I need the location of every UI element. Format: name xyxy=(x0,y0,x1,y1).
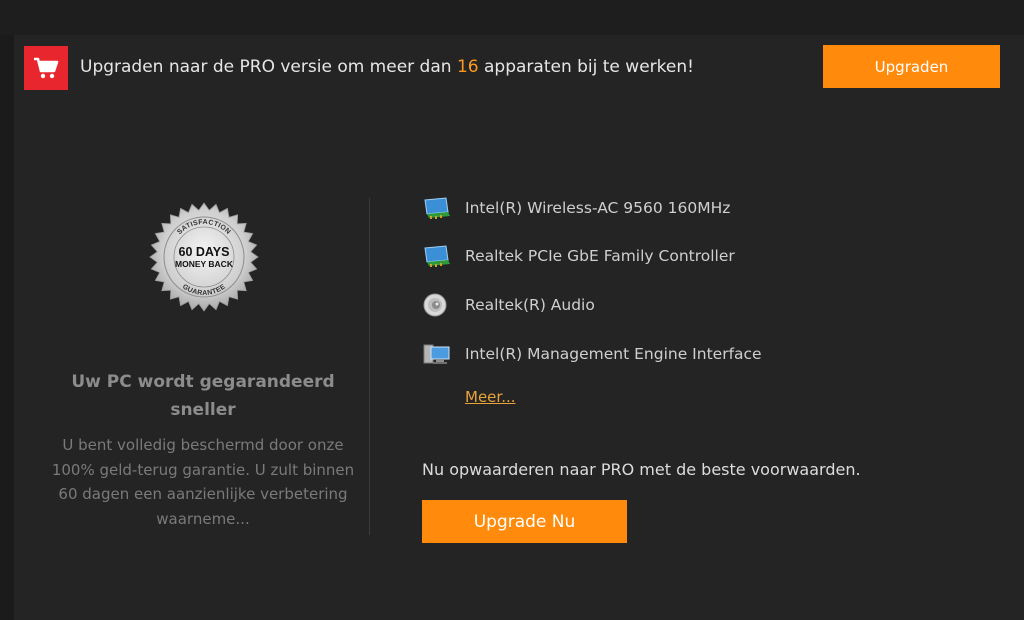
device-label: Realtek(R) Audio xyxy=(465,296,595,314)
more-link[interactable]: Meer... xyxy=(465,388,516,406)
guarantee-description: U bent volledig beschermd door onze 100%… xyxy=(51,436,355,528)
section-divider xyxy=(369,198,370,535)
device-count: 16 xyxy=(456,57,479,77)
device-item: Realtek PCIe GbE Family Controller xyxy=(422,241,962,271)
computer-icon xyxy=(422,341,452,367)
guarantee-badge-icon: SATISFACTION 60 DAYS MONEY BACK GUARANTE… xyxy=(149,202,259,312)
speaker-icon xyxy=(422,292,452,318)
banner-text-before: Upgraden naar de PRO versie om meer dan xyxy=(80,57,457,77)
upgrade-now-button[interactable]: Upgrade Nu xyxy=(422,500,627,543)
guarantee-title: Uw PC wordt gegarandeerd sneller xyxy=(71,372,335,420)
banner-text-after: apparaten bij te werken! xyxy=(478,57,694,77)
banner-message: Upgraden naar de PRO versie om meer dan … xyxy=(80,57,694,77)
badge-days-text: 60 DAYS xyxy=(179,245,230,259)
upgrade-banner: Upgraden naar de PRO versie om meer dan … xyxy=(14,35,1024,103)
device-item: Intel(R) Wireless-AC 9560 160MHz xyxy=(422,193,962,223)
network-adapter-icon xyxy=(422,243,452,269)
window-top-strip xyxy=(0,0,1024,35)
device-item: Realtek(R) Audio xyxy=(422,290,962,320)
device-label: Intel(R) Management Engine Interface xyxy=(465,345,762,363)
device-item: Intel(R) Management Engine Interface xyxy=(422,339,962,369)
guarantee-section: SATISFACTION 60 DAYS MONEY BACK GUARANTE… xyxy=(28,200,354,580)
device-label: Intel(R) Wireless-AC 9560 160MHz xyxy=(465,199,731,217)
shopping-cart-icon xyxy=(24,46,68,90)
badge-money-text: MONEY BACK xyxy=(175,259,234,269)
network-adapter-icon xyxy=(422,195,452,221)
upgrade-button[interactable]: Upgraden xyxy=(823,45,1000,88)
upgrade-panel: Upgraden naar de PRO versie om meer dan … xyxy=(14,35,1024,620)
upgrade-cta-text: Nu opwaarderen naar PRO met de beste voo… xyxy=(422,460,861,479)
device-label: Realtek PCIe GbE Family Controller xyxy=(465,247,735,265)
